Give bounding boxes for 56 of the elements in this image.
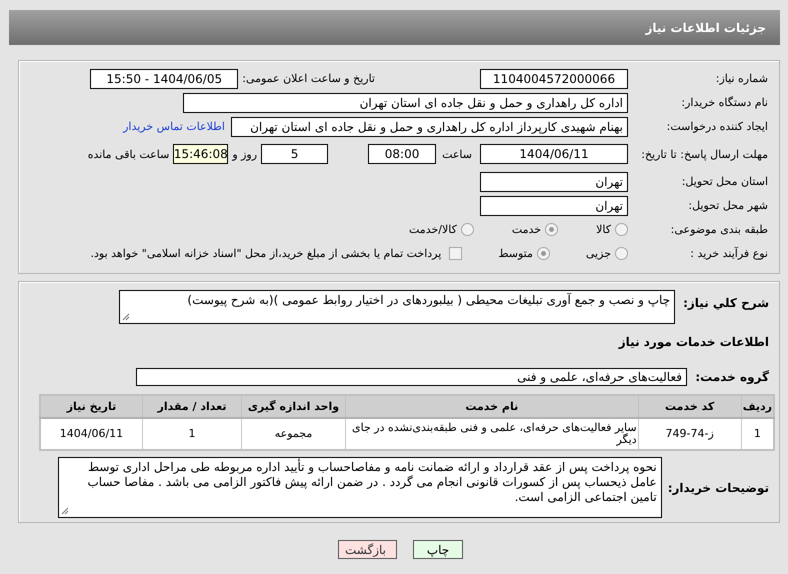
summary-text-area[interactable]: چاپ و نصب و جمع آوری تبلیغات محیطی ( بیلبوردهای در اختیار روابط عمومی )(به شرح پیوست) <box>119 290 676 324</box>
column-header: تاریخ نیاز <box>40 395 142 418</box>
column-header: تعداد / مقدار <box>142 395 242 418</box>
print-button[interactable]: چاپ <box>413 540 463 559</box>
column-header: ردیف <box>741 395 774 418</box>
deadline-date-field[interactable]: 1404/06/11 <box>480 144 628 164</box>
summary-text: چاپ و نصب و جمع آوری تبلیغات محیطی ( بیلبوردهای در اختیار روابط عمومی )(به شرح پیوست) <box>187 293 670 307</box>
field-label: نام دستگاه خریدار: <box>680 96 768 109</box>
radio-label: متوسط <box>498 247 533 260</box>
province-field[interactable]: تهران <box>480 172 628 192</box>
service-group-label: گروه خدمت: <box>694 370 769 384</box>
radio-label: جزیی <box>586 247 611 260</box>
field-label: طبقه بندی موضوعی: <box>670 223 768 236</box>
remaining-time-field[interactable]: 15:46:08 <box>173 144 228 164</box>
requester-field[interactable]: بهنام شهیدی کارپرداز اداره کل راهداری و حمل و نقل جاده ای استان تهران <box>231 116 628 136</box>
announce-date-field[interactable]: 1404/06/05 - 15:50 <box>90 68 238 88</box>
radio-button[interactable] <box>615 247 628 260</box>
field-label: شهر محل تحویل: <box>687 199 768 212</box>
resize-grip-icon[interactable] <box>60 507 69 515</box>
need-number-field[interactable]: 1104004572000066 <box>480 68 628 88</box>
radio-button[interactable] <box>536 247 550 260</box>
section-title: اطلاعات خدمات مورد نیاز <box>618 335 769 349</box>
radio-label: کالا/خدمت <box>409 223 457 236</box>
buyer-notes-text: نحوه پرداخت پس از عقد قرارداد و ارائه ضمانت نامه و مفاصاحساب و تأیید اداره مربوطه طی مراحل اداری توسط عامل ذیحساب پس از کسورات قانونی انجام می گردد . در ضمن ارائه پیش فاکتور الزامی می باشد . مفاصا حساب تامین اجتماعی الزامی است. <box>87 460 657 504</box>
field-label: ایجاد کننده درخواست: <box>666 120 768 133</box>
field-label: تاریخ و ساعت اعلان عمومی: <box>242 72 375 85</box>
contact-link[interactable]: اطلاعات تماس خریدار <box>123 120 225 133</box>
column-header: واحد اندازه گیری <box>241 395 346 418</box>
radio-label: کالا <box>596 223 611 236</box>
time-label: ساعت <box>442 148 472 160</box>
days-label: روز و <box>232 148 258 160</box>
city-field[interactable]: تهران <box>480 196 628 216</box>
radio-button[interactable] <box>545 223 558 236</box>
table-cell: سایر فعالیت‌های حرفه‌ای، علمی و فنی طبقه‌بندی‌نشده در جای دیگر <box>346 418 638 450</box>
summary-label: شرح کلي نياز: <box>683 296 769 310</box>
service-group-field[interactable]: فعالیت‌های حرفه‌ای، علمی و فنی <box>136 368 687 386</box>
checkbox[interactable] <box>449 247 462 260</box>
field-label: نوع فرآیند خرید : <box>689 247 768 260</box>
back-button[interactable]: بازگشت <box>338 540 397 559</box>
column-header: نام خدمت <box>346 395 638 418</box>
treasury-note: پرداخت تمام یا بخشی از مبلغ خرید،از محل "اسناد خزانه اسلامی" خواهد بود. <box>90 247 442 260</box>
field-label: استان محل تحویل: <box>680 175 768 188</box>
buyer-org-field[interactable]: اداره کل راهداری و حمل و نقل جاده ای استان تهران <box>183 92 628 112</box>
days-field[interactable]: 5 <box>261 144 328 164</box>
buyer-notes-label: توضیحات خریدار: <box>668 480 769 494</box>
column-header: کد خدمت <box>638 395 742 418</box>
radio-label: خدمت <box>512 223 542 236</box>
remaining-label: ساعت باقی مانده <box>88 148 170 160</box>
field-label: شماره نیاز: <box>714 72 768 85</box>
radio-button[interactable] <box>460 223 474 236</box>
buyer-notes-area[interactable] <box>58 457 662 518</box>
deadline-time-field[interactable]: 08:00 <box>368 144 436 164</box>
resize-grip-icon[interactable] <box>122 313 130 321</box>
radio-button[interactable] <box>615 223 628 236</box>
page-title: جزئیات اطلاعات نیاز <box>645 20 766 34</box>
field-label: مهلت ارسال پاسخ: تا تاریخ: <box>640 148 768 160</box>
